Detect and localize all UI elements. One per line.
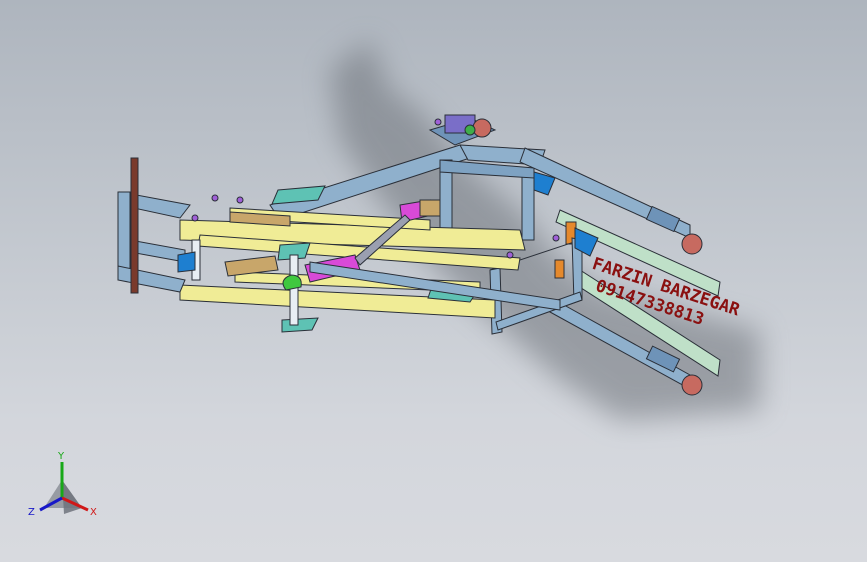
brown-rod[interactable] [130, 157, 139, 294]
left-frame-blue-plate[interactable] [177, 251, 196, 273]
bolt [191, 214, 199, 222]
top-wheel[interactable] [472, 118, 492, 138]
axis-triad[interactable]: Y X Z [28, 451, 97, 518]
center-post[interactable] [289, 254, 299, 326]
triad-base-shade [62, 480, 82, 514]
bolt [552, 234, 560, 242]
rear-frame-right-post[interactable] [521, 167, 535, 241]
bolt [236, 196, 244, 204]
teal-bracket-bottom[interactable] [281, 317, 319, 333]
top-wheel-hub[interactable] [464, 124, 476, 136]
orange-post-lower[interactable] [554, 259, 565, 279]
brass-block[interactable] [419, 199, 441, 217]
upper-right-wheel[interactable] [681, 233, 703, 255]
model-canvas[interactable]: FARZIN BARZEGAR 09147338813 Y X Z [0, 0, 867, 562]
bolt [211, 194, 219, 202]
triad-z-label: Z [28, 507, 35, 518]
3d-viewport[interactable]: FARZIN BARZEGAR 09147338813 Y X Z [0, 0, 867, 562]
triad-y-label: Y [57, 451, 65, 462]
bolt [506, 251, 514, 259]
bolt [434, 118, 442, 126]
left-frame-bottom[interactable] [117, 265, 186, 293]
triad-x-label: X [90, 507, 97, 518]
right-arm-upper-end[interactable] [645, 205, 681, 233]
lower-right-wheel[interactable] [681, 374, 703, 396]
